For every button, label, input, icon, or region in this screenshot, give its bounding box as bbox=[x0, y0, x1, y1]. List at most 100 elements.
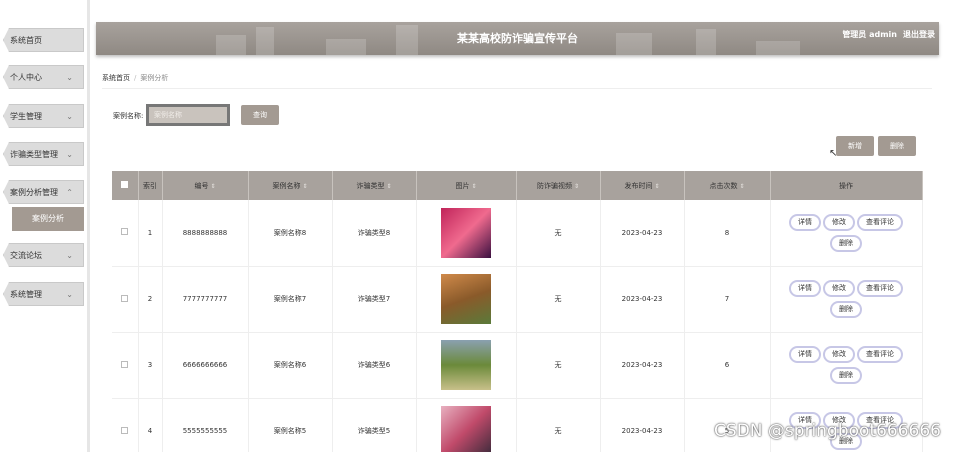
detail-button[interactable]: 详情 bbox=[789, 280, 821, 297]
column-label: 图片 bbox=[455, 181, 470, 190]
app-title: 某某高校防诈骗宣传平台 bbox=[457, 32, 578, 45]
sidebar-item-home[interactable]: 系统首页 bbox=[3, 28, 84, 52]
cell-code: 5555555555 bbox=[162, 398, 249, 452]
header-banner: 某某高校防诈骗宣传平台 管理员 admin 退出登录 bbox=[96, 22, 939, 55]
chevron-down-icon: ⌄ bbox=[66, 150, 73, 159]
column-header[interactable]: 诈骗类型 ⇕ bbox=[332, 171, 417, 200]
cell-name: 案例名称8 bbox=[248, 200, 333, 267]
sidebar-item-fraud-types[interactable]: 诈骗类型管理 ⌄ bbox=[3, 142, 84, 166]
column-header[interactable]: 案例名称 ⇕ bbox=[248, 171, 333, 200]
view-comments-button[interactable]: 查看评论 bbox=[857, 280, 903, 297]
column-header[interactable]: 编号 ⇕ bbox=[162, 171, 249, 200]
edit-button[interactable]: 修改 bbox=[823, 346, 855, 363]
sidebar-item-students[interactable]: 学生管理 ⌄ bbox=[3, 104, 84, 128]
column-label: 点击次数 bbox=[709, 181, 738, 190]
row-select-cell bbox=[112, 332, 139, 399]
sidebar-item-label: 诈骗类型管理 bbox=[10, 150, 58, 159]
sort-icon[interactable]: ⇕ bbox=[386, 183, 391, 190]
add-button[interactable]: 新增 bbox=[836, 136, 874, 156]
cell-index: 3 bbox=[138, 332, 163, 399]
row-delete-button[interactable]: 删除 bbox=[830, 367, 862, 384]
sidebar-item-case-analysis[interactable]: 案例分析管理 ⌃ bbox=[3, 180, 84, 204]
chevron-down-icon: ⌄ bbox=[66, 112, 73, 121]
search-label: 案例名称: bbox=[113, 112, 144, 120]
sidebar-item-label: 学生管理 bbox=[10, 112, 42, 121]
column-label: 操作 bbox=[839, 181, 853, 190]
cell-index: 4 bbox=[138, 398, 163, 452]
sort-icon[interactable]: ⇕ bbox=[210, 183, 215, 190]
row-delete-button[interactable]: 删除 bbox=[830, 301, 862, 318]
cell-type: 诈骗类型7 bbox=[332, 266, 417, 333]
search-input[interactable] bbox=[146, 104, 230, 126]
cell-actions: 详情 修改 查看评论删除 bbox=[770, 200, 923, 267]
row-delete-button[interactable]: 删除 bbox=[830, 234, 862, 252]
row-checkbox[interactable] bbox=[121, 294, 129, 302]
column-header[interactable]: 点击次数 ⇕ bbox=[684, 171, 771, 200]
column-header[interactable]: 防诈骗视频 ⇕ bbox=[516, 171, 601, 200]
column-label: 编号 bbox=[194, 181, 209, 190]
sidebar-item-profile[interactable]: 个人中心 ⌄ bbox=[3, 65, 84, 89]
cell-date: 2023-04-23 bbox=[600, 266, 685, 333]
table-header: 索引 编号 ⇕ 案例名称 ⇕ 诈骗类型 ⇕ 图片 ⇕ 防诈骗视频 ⇕ 发布时间 ⇕ 点击次数… bbox=[112, 171, 923, 200]
sidebar-item-label: 交流论坛 bbox=[10, 251, 42, 260]
cell-date: 2023-04-23 bbox=[600, 398, 685, 452]
cell-image bbox=[416, 266, 517, 333]
divider bbox=[102, 88, 932, 89]
breadcrumb-separator: / bbox=[134, 74, 137, 82]
sidebar-item-forum[interactable]: 交流论坛 ⌄ bbox=[3, 243, 84, 267]
table-row: 3 6666666666 案例名称6 诈骗类型6 无 2023-04-23 6 … bbox=[112, 332, 923, 399]
cell-name: 案例名称6 bbox=[248, 332, 333, 399]
sidebar-item-system[interactable]: 系统管理 ⌄ bbox=[3, 282, 84, 306]
row-checkbox[interactable] bbox=[121, 426, 129, 434]
column-label: 案例名称 bbox=[272, 181, 301, 190]
cell-image bbox=[416, 200, 517, 267]
column-label: 诈骗类型 bbox=[356, 181, 385, 190]
case-thumbnail[interactable] bbox=[441, 207, 491, 258]
sidebar-item-label: 个人中心 bbox=[10, 73, 42, 82]
sort-icon[interactable]: ⇕ bbox=[471, 183, 476, 190]
column-header[interactable]: 图片 ⇕ bbox=[416, 171, 517, 200]
table-row: 2 7777777777 案例名称7 诈骗类型7 无 2023-04-23 7 … bbox=[112, 266, 923, 333]
edit-button[interactable]: 修改 bbox=[823, 213, 855, 231]
detail-button[interactable]: 详情 bbox=[789, 346, 821, 363]
detail-button[interactable]: 详情 bbox=[789, 213, 821, 231]
watermark: CSDN @springboot666666 bbox=[714, 421, 941, 441]
column-header[interactable]: 发布时间 ⇕ bbox=[600, 171, 685, 200]
sort-icon[interactable]: ⇕ bbox=[654, 183, 659, 190]
sidebar-item-label: 系统管理 bbox=[10, 290, 42, 299]
view-comments-button[interactable]: 查看评论 bbox=[857, 213, 903, 231]
logout-link[interactable]: 退出登录 bbox=[903, 30, 935, 39]
sidebar-subitem-case-analysis[interactable]: 案例分析 bbox=[12, 207, 84, 231]
delete-button[interactable]: 删除 bbox=[878, 136, 916, 156]
sort-icon[interactable]: ⇕ bbox=[739, 183, 744, 190]
cell-image bbox=[416, 398, 517, 452]
case-thumbnail[interactable] bbox=[441, 406, 491, 452]
cell-code: 6666666666 bbox=[162, 332, 249, 399]
cell-clicks: 6 bbox=[684, 332, 771, 399]
cell-index: 1 bbox=[138, 200, 163, 267]
cell-code: 8888888888 bbox=[162, 200, 249, 267]
case-table: 索引 编号 ⇕ 案例名称 ⇕ 诈骗类型 ⇕ 图片 ⇕ 防诈骗视频 ⇕ 发布时间 ⇕ 点击次数… bbox=[112, 171, 923, 452]
case-thumbnail[interactable] bbox=[441, 274, 491, 324]
cell-video: 无 bbox=[516, 332, 601, 399]
row-checkbox[interactable] bbox=[121, 360, 129, 368]
sort-icon[interactable]: ⇕ bbox=[302, 183, 307, 190]
view-comments-button[interactable]: 查看评论 bbox=[857, 346, 903, 363]
query-button[interactable]: 查询 bbox=[241, 105, 279, 125]
cell-video: 无 bbox=[516, 398, 601, 452]
current-user: 管理员 admin bbox=[842, 30, 897, 39]
row-select-cell bbox=[112, 398, 139, 452]
mouse-cursor-icon: ↖ bbox=[829, 148, 838, 159]
row-checkbox[interactable] bbox=[121, 228, 129, 236]
sidebar-item-label: 案例分析管理 bbox=[10, 188, 58, 197]
breadcrumb-home[interactable]: 系统首页 bbox=[102, 74, 130, 82]
edit-button[interactable]: 修改 bbox=[823, 280, 855, 297]
column-header: 操作 bbox=[770, 171, 923, 200]
row-select-cell bbox=[112, 266, 139, 333]
column-label: 索引 bbox=[143, 181, 157, 190]
cell-code: 7777777777 bbox=[162, 266, 249, 333]
select-all-checkbox[interactable] bbox=[121, 181, 129, 188]
sort-icon[interactable]: ⇕ bbox=[574, 183, 579, 190]
cell-actions: 详情 修改 查看评论删除 bbox=[770, 332, 923, 399]
case-thumbnail[interactable] bbox=[441, 340, 491, 390]
